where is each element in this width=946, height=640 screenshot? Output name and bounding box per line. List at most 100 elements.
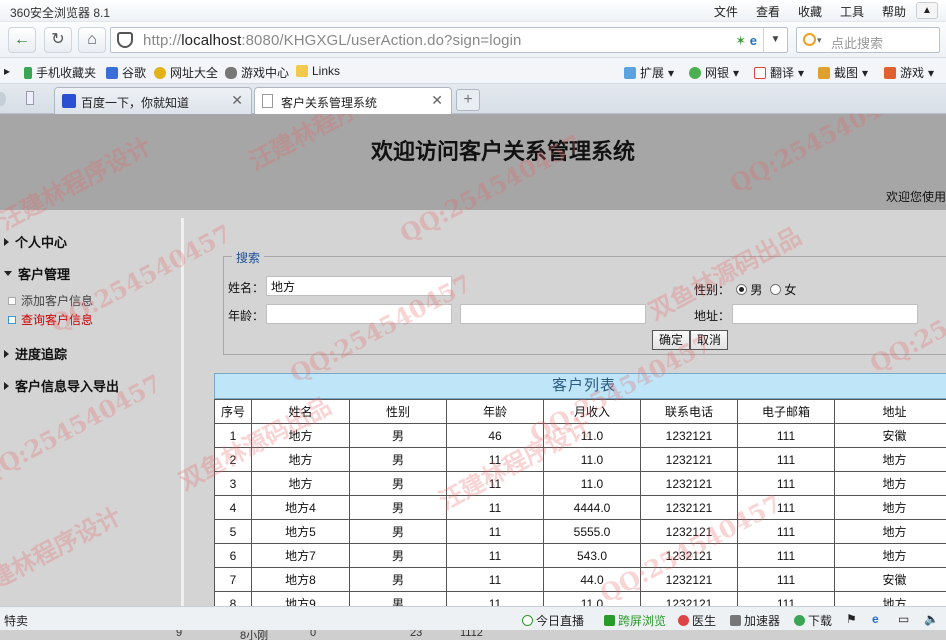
toolbar-translate[interactable]: 翻译 ▾ [754,64,804,81]
cell-income: 11.0 [543,423,641,448]
cell-name: 地方4 [251,495,350,520]
monitor-icon[interactable]: ▭ [898,612,909,626]
address-label: 地址： [694,309,731,323]
menu-view[interactable]: 查看 [756,3,780,20]
sidebar-item-add-customer[interactable]: 添加客户信息 [8,292,93,309]
bookmark-games[interactable]: 游戏中心 [225,64,289,81]
bookmark-mobile[interactable]: 手机收藏夹 [24,64,96,81]
partial-row-cell: 0 [310,630,317,639]
bookmarks-chevron-icon[interactable]: ▸ [4,64,10,78]
cell-email: 111 [737,567,835,592]
toolbar-screenshot[interactable]: 截图 ▾ [818,64,868,81]
status-accelerator[interactable]: 加速器 [730,612,780,629]
search-placeholder: 点此搜索 [831,36,884,51]
device-icon[interactable] [26,91,34,105]
sidebar-item-customer-management[interactable]: 客户管理 [4,264,70,283]
bookmark-google[interactable]: 谷歌 [106,64,146,81]
status-live[interactable]: 今日直播 [522,612,584,629]
menu-tools[interactable]: 工具 [840,3,864,20]
sidebar-item-progress-tracking[interactable]: 进度追踪 [4,344,67,363]
bookmark-links[interactable]: Links [296,64,340,78]
age-from-input[interactable] [266,304,452,324]
bullet-icon [8,315,16,324]
cell-email: 111 [737,423,835,448]
cell-gender: 男 [349,519,447,544]
menu-favorites[interactable]: 收藏 [798,3,822,20]
age-to-input[interactable] [460,304,646,324]
tab-history-icon[interactable] [0,92,6,106]
gender-male-option[interactable]: 男 [736,281,762,298]
name-input[interactable] [266,276,452,296]
browser-search-box[interactable]: ▾ 点此搜索 [796,27,940,53]
age-label: 年龄： [228,309,265,323]
cell-gender: 男 [349,423,447,448]
cell-gender: 男 [349,591,447,606]
cell-income: 11.0 [543,471,641,496]
page-content: 欢迎访问客户关系管理系统 欢迎您使用 个人中心 客户管理 添加客户信息 查询客户… [0,114,946,606]
toolbar-extensions[interactable]: 扩展 ▾ [624,64,674,81]
cancel-button[interactable]: 取消 [690,330,729,350]
chevron-down-icon[interactable]: ▾ [817,35,822,46]
status-doctor[interactable]: 医生 [678,612,716,629]
screen-icon [604,615,615,626]
table-row: 6 地方7 男 11 543.0 1232121 111 地方 [214,543,946,568]
browser-title-bar: 360安全浏览器 8.1 文件 查看 收藏 工具 帮助 ▲ [0,0,946,22]
cell-address: 安徽 [834,567,946,592]
radio-male[interactable] [736,284,747,295]
cell-age: 11 [446,567,544,592]
confirm-button[interactable]: 确定 [652,330,691,350]
partial-row-cell: 8小刚 [240,630,269,640]
sidebar-item-query-customer[interactable]: 查询客户信息 [8,311,93,328]
close-icon[interactable]: ✕ [431,92,443,109]
menu-file[interactable]: 文件 [714,3,738,20]
cell-email: 111 [737,495,835,520]
gender-female-option[interactable]: 女 [770,281,796,298]
cell-gender: 男 [349,543,447,568]
table-row: 8 地方9 男 11 11.0 1232121 111 地方 [214,591,946,606]
bookmark-hao[interactable]: 网址大全 [154,64,218,81]
cell-phone: 1232121 [640,495,738,520]
cell-income: 543.0 [543,543,641,568]
radio-female[interactable] [770,284,781,295]
tab-baidu[interactable]: 百度一下，你就知道 ✕ [54,87,252,114]
address-input[interactable] [732,304,918,324]
game-icon [884,66,896,79]
sidebar-item-personal-center[interactable]: 个人中心 [4,232,67,251]
table-header-row: 序号 姓名 性别 年龄 月收入 联系电话 电子邮箱 地址 [214,399,946,424]
cell-age: 11 [446,591,544,606]
cell-index: 5 [214,519,252,544]
refresh-icon[interactable]: ↻ [44,27,72,53]
baidu-paw-icon [62,94,76,108]
status-download[interactable]: 下载 [794,612,832,629]
triangle-right-icon [4,381,9,390]
play-icon [522,615,533,626]
scissors-icon [818,66,830,79]
cell-phone: 1232121 [640,471,738,496]
speed-mode-icon[interactable]: ✶ e [735,33,757,49]
toolbar-bank[interactable]: 网银 ▾ [689,64,739,81]
status-cross-screen[interactable]: 跨屏浏览 [604,612,666,629]
close-icon[interactable]: ✕ [231,92,243,109]
cell-email: 111 [737,447,835,472]
home-icon[interactable]: ⌂ [78,27,106,53]
toolbar-games[interactable]: 游戏 ▾ [884,64,934,81]
cell-age: 11 [446,543,544,568]
status-sale-text[interactable]: 特卖 [4,612,28,629]
tab-label: 百度一下，你就知道 [81,96,190,110]
tab-crm[interactable]: 客户关系管理系统 ✕ [254,87,452,115]
cell-index: 3 [214,471,252,496]
back-arrow-icon[interactable]: ← [8,27,36,53]
chevron-down-icon[interactable]: ▼ [763,28,787,52]
shirt-icon[interactable]: ▲ [916,2,938,19]
ie-icon[interactable]: e [872,612,879,626]
customer-table: 序号 姓名 性别 年龄 月收入 联系电话 电子邮箱 地址 1 地方男 46 11.0 1… [214,399,946,606]
menu-help[interactable]: 帮助 [882,3,906,20]
address-bar[interactable]: http://localhost:8080/KHGXGL/userAction.… [110,27,788,53]
cell-name: 地方 [251,423,350,448]
bullet-icon [8,296,16,305]
sidebar-item-import-export[interactable]: 客户信息导入导出 [4,376,119,395]
flag-icon[interactable]: ⚑ [846,612,857,626]
new-tab-button[interactable]: + [456,89,480,111]
address-url[interactable]: http://localhost:8080/KHGXGL/userAction.… [143,32,521,49]
volume-icon[interactable]: 🔈 [924,612,939,626]
